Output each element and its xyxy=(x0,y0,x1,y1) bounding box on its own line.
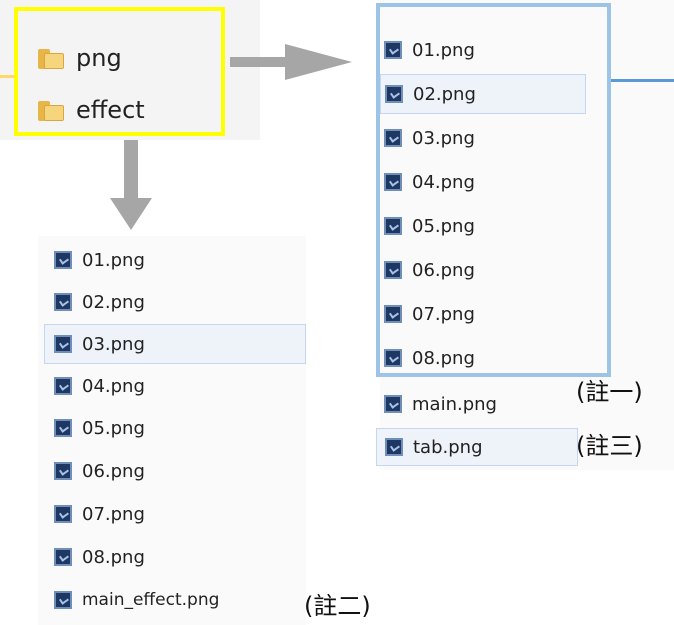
diagram-canvas: png effect 01.png 02.png 03.png 04.png 0… xyxy=(0,0,674,625)
right-arrow-to-png-files xyxy=(230,44,352,80)
down-arrow-to-effect-files xyxy=(110,140,152,230)
flow-arrows xyxy=(110,44,352,230)
